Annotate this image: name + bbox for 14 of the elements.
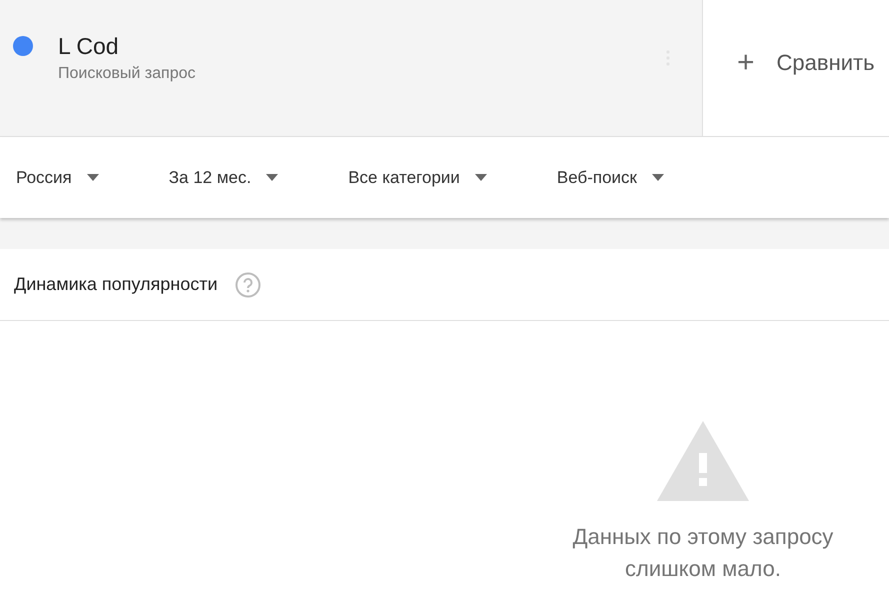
filter-dropdown[interactable]: Все категории (336, 168, 499, 188)
caret-icon (474, 174, 487, 181)
caret-icon (86, 174, 99, 181)
filter-dropdown[interactable]: Веб-поиск (544, 168, 676, 188)
filter-dropdown[interactable]: За 12 мес. (156, 168, 290, 188)
warning-icon (657, 421, 749, 501)
filter-dropdown[interactable]: Россия (4, 168, 111, 188)
term-name: L Cod (58, 33, 120, 60)
term-type: Поисковый запрос (58, 65, 196, 83)
help-icon[interactable] (234, 272, 261, 298)
empty-message: Данных по этому запросу слишком мало. (572, 523, 834, 583)
card-title: Динамика популярности (14, 274, 218, 295)
caret-icon (266, 174, 278, 181)
caret-icon (652, 174, 664, 181)
